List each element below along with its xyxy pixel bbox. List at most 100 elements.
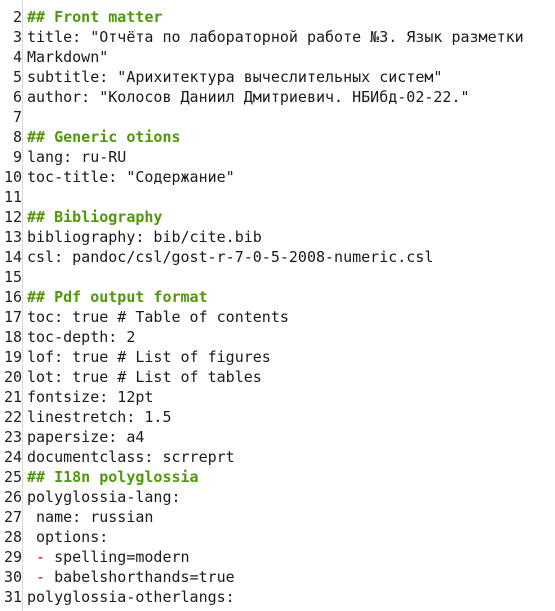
line-content[interactable]: linestretch: 1.5 <box>22 407 172 427</box>
line-number: 20 <box>3 368 22 386</box>
editor-line[interactable]: 30 - babelshorthands=true <box>0 567 555 587</box>
line-text: lof: true # List of figures <box>27 348 271 366</box>
line-content[interactable]: papersize: a4 <box>22 427 144 447</box>
line-content[interactable]: subtitle: "Арихитектура вычеслительных с… <box>22 67 442 87</box>
editor-line[interactable]: 25 ## I18n polyglossia <box>0 467 555 487</box>
editor-line[interactable]: 15 <box>0 267 555 287</box>
editor-line[interactable]: 10 toc-title: "Содержание" <box>0 167 555 187</box>
line-text: author: "Колосов Даниил Дмитриевич. НБИб… <box>27 88 470 106</box>
line-number: 12 <box>3 208 22 226</box>
line-number: 27 <box>3 508 22 526</box>
line-content[interactable]: - babelshorthands=true <box>22 567 235 587</box>
editor-line[interactable]: 23 papersize: a4 <box>0 427 555 447</box>
editor-line[interactable]: 12 ## Bibliography <box>0 207 555 227</box>
markdown-heading: ## Pdf output format <box>27 288 208 306</box>
line-text: csl: pandoc/csl/gost-r-7-0-5-2008-numeri… <box>27 248 434 266</box>
editor-line[interactable]: 9 lang: ru-RU <box>0 147 555 167</box>
editor-line[interactable]: 2 ## Front matter <box>0 7 555 27</box>
line-content[interactable]: name: russian <box>22 507 153 527</box>
line-text: polyglossia-otherlangs: <box>27 588 235 606</box>
editor-line[interactable]: 6 author: "Колосов Даниил Дмитриевич. НБИ… <box>0 87 555 107</box>
editor-line[interactable]: 22 linestretch: 1.5 <box>0 407 555 427</box>
line-number: 9 <box>12 148 22 166</box>
editor-line[interactable]: 21 fontsize: 12pt <box>0 387 555 407</box>
list-dash-marker: - <box>27 548 55 566</box>
editor-line[interactable]: 19 lof: true # List of figures <box>0 347 555 367</box>
line-text: linestretch: 1.5 <box>27 408 172 426</box>
line-content[interactable]: lof: true # List of figures <box>22 347 271 367</box>
editor-line[interactable]: 27 name: russian <box>0 507 555 527</box>
line-text: options: <box>27 528 109 546</box>
line-number: 11 <box>3 188 22 206</box>
line-number: 4 <box>12 48 22 66</box>
line-number: 18 <box>3 328 22 346</box>
line-number: 30 <box>3 568 22 586</box>
line-number: 14 <box>3 248 22 266</box>
editor-line[interactable]: 20 lot: true # List of tables <box>0 367 555 387</box>
line-content[interactable]: ## Bibliography <box>22 207 162 227</box>
editor-line[interactable]: 7 <box>0 107 555 127</box>
line-text: toc: true # Table of contents <box>27 308 289 326</box>
line-text: bibliography: bib/cite.bib <box>27 228 262 246</box>
line-number: 15 <box>3 268 22 286</box>
editor-line[interactable]: 11 <box>0 187 555 207</box>
line-content[interactable]: lot: true # List of tables <box>22 367 262 387</box>
markdown-heading: ## I18n polyglossia <box>27 468 199 486</box>
line-text: lang: ru-RU <box>27 148 127 166</box>
line-content[interactable]: bibliography: bib/cite.bib <box>22 227 262 247</box>
markdown-heading: ## Bibliography <box>27 208 163 226</box>
editor-line[interactable]: 31 polyglossia-otherlangs: <box>0 587 555 607</box>
list-item-text: babelshorthands=true <box>54 568 235 586</box>
line-number: 31 <box>3 588 22 606</box>
line-content[interactable]: toc-depth: 2 <box>22 327 135 347</box>
line-text: documentclass: scrreprt <box>27 448 235 466</box>
line-content[interactable] <box>22 267 27 287</box>
line-content[interactable]: polyglossia-otherlangs: <box>22 587 235 607</box>
editor-line[interactable]: 16 ## Pdf output format <box>0 287 555 307</box>
line-content[interactable]: ## Pdf output format <box>22 287 208 307</box>
line-content[interactable]: fontsize: 12pt <box>22 387 153 407</box>
line-text: subtitle: "Арихитектура вычеслительных с… <box>27 68 443 86</box>
line-content[interactable]: ## I18n polyglossia <box>22 467 199 487</box>
line-content[interactable]: ## Front matter <box>22 7 162 27</box>
line-number: 3 <box>12 28 22 46</box>
line-number: 17 <box>3 308 22 326</box>
line-content[interactable]: - spelling=modern <box>22 547 190 567</box>
editor-line[interactable]: 24 documentclass: scrreprt <box>0 447 555 467</box>
markdown-heading: ## Generic otions <box>27 128 181 146</box>
editor-line[interactable]: 18 toc-depth: 2 <box>0 327 555 347</box>
line-content[interactable]: options: <box>22 527 108 547</box>
line-content[interactable]: csl: pandoc/csl/gost-r-7-0-5-2008-numeri… <box>22 247 433 267</box>
text-editor[interactable]: 2 ## Front matter 3 title: "Отчёта по лабор… <box>0 0 555 611</box>
editor-lines[interactable]: 2 ## Front matter 3 title: "Отчёта по лабор… <box>0 7 555 607</box>
line-content[interactable]: Markdown" <box>22 47 108 67</box>
line-content[interactable]: author: "Колосов Даниил Дмитриевич. НБИб… <box>22 87 470 107</box>
editor-line[interactable]: 17 toc: true # Table of contents <box>0 307 555 327</box>
line-content[interactable] <box>22 187 27 207</box>
line-content[interactable]: ## Generic otions <box>22 127 181 147</box>
line-number: 22 <box>3 408 22 426</box>
editor-line[interactable]: 28 options: <box>0 527 555 547</box>
editor-line[interactable]: 5 subtitle: "Арихитектура вычеслительных … <box>0 67 555 87</box>
editor-line[interactable]: 3 title: "Отчёта по лабораторной работе №… <box>0 27 555 47</box>
line-text: name: russian <box>27 508 154 526</box>
line-number: 6 <box>12 88 22 106</box>
line-content[interactable]: lang: ru-RU <box>22 147 126 167</box>
editor-line[interactable]: 13 bibliography: bib/cite.bib <box>0 227 555 247</box>
line-number: 10 <box>3 168 22 186</box>
editor-line[interactable]: 8 ## Generic otions <box>0 127 555 147</box>
line-content[interactable]: polyglossia-lang: <box>22 487 181 507</box>
line-content[interactable] <box>22 107 27 127</box>
editor-line[interactable]: 4 Markdown" <box>0 47 555 67</box>
line-content[interactable]: documentclass: scrreprt <box>22 447 235 467</box>
line-content[interactable]: toc-title: "Содержание" <box>22 167 235 187</box>
line-text: toc-depth: 2 <box>27 328 136 346</box>
line-content[interactable]: title: "Отчёта по лабораторной работе №3… <box>22 27 524 47</box>
editor-line[interactable]: 29 - spelling=modern <box>0 547 555 567</box>
line-text: toc-title: "Содержание" <box>27 168 235 186</box>
editor-line[interactable]: 26 polyglossia-lang: <box>0 487 555 507</box>
line-content[interactable]: toc: true # Table of contents <box>22 307 289 327</box>
editor-line[interactable]: 14 csl: pandoc/csl/gost-r-7-0-5-2008-nume… <box>0 247 555 267</box>
markdown-heading: ## Front matter <box>27 8 163 26</box>
line-number: 5 <box>12 68 22 86</box>
